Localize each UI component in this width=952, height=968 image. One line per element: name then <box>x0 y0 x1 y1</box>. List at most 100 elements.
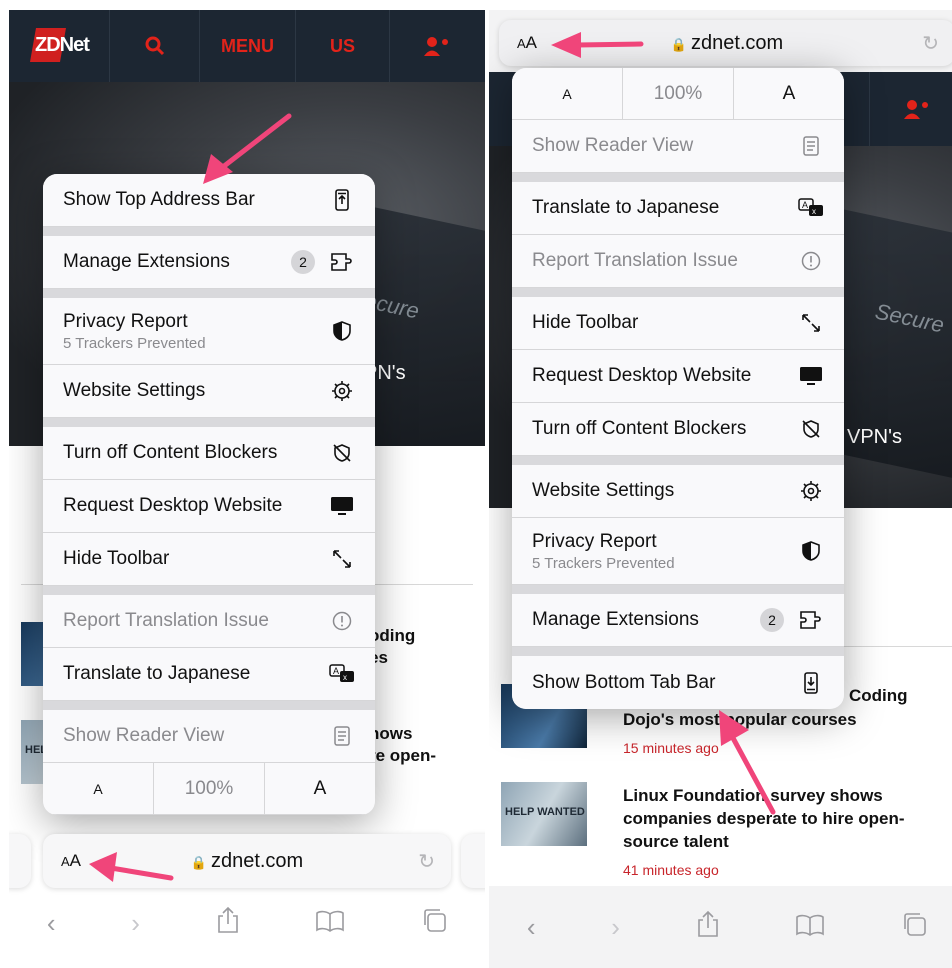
zoom-level[interactable]: 100% <box>623 68 734 119</box>
article-title[interactable]: Linux Foundation survey shows <box>623 784 883 807</box>
share-icon[interactable] <box>216 906 240 941</box>
menu-item-manage-extensions[interactable]: Manage Extensions 2 <box>512 594 844 647</box>
right-screenshot: Secure VPN's Coding Dojo's most popular … <box>489 10 952 968</box>
svg-text:A: A <box>802 200 808 210</box>
shield-icon <box>329 318 355 344</box>
region-link[interactable]: US <box>295 10 389 82</box>
menu-item-request-desktop-website[interactable]: Request Desktop Website <box>43 480 375 533</box>
tabs-icon[interactable] <box>901 911 927 944</box>
expand-arrows-icon <box>329 546 355 572</box>
article-title[interactable]: Dojo's most popular courses <box>623 708 857 731</box>
zoom-controls: A 100% A <box>43 763 375 815</box>
share-icon[interactable] <box>696 910 720 945</box>
menu-item-manage-extensions[interactable]: Manage Extensions 2 <box>43 236 375 289</box>
translate-icon: Ax <box>329 661 355 687</box>
svg-text:x: x <box>812 207 816 216</box>
svg-text:A: A <box>333 666 339 676</box>
tabs-icon[interactable] <box>421 907 447 940</box>
exclamation-icon <box>329 608 355 634</box>
search-icon[interactable] <box>109 10 199 82</box>
zdnet-logo[interactable]: ZDNet <box>30 28 90 62</box>
menu-item-hide-toolbar[interactable]: Hide Toolbar <box>43 533 375 586</box>
blocker-off-icon <box>798 416 824 442</box>
menu-item-request-desktop-website[interactable]: Request Desktop Website <box>512 350 844 403</box>
address-bar[interactable]: AA 🔒 zdnet.com ↻ <box>499 20 952 66</box>
article-time: 15 minutes ago <box>623 740 719 756</box>
lock-icon: 🔒 <box>190 854 207 870</box>
back-icon[interactable]: ‹ <box>47 908 56 939</box>
zoom-controls: A 100% A <box>512 68 844 120</box>
menu-item-website-settings[interactable]: Website Settings <box>43 365 375 418</box>
user-icon[interactable] <box>869 72 952 146</box>
lock-icon: 🔒 <box>670 36 687 52</box>
desktop-icon <box>329 493 355 519</box>
bookmarks-icon[interactable] <box>795 912 825 943</box>
forward-icon[interactable]: › <box>611 912 620 943</box>
article-title-fragment[interactable]: oding <box>369 624 415 647</box>
back-icon[interactable]: ‹ <box>527 912 536 943</box>
article-title[interactable]: source talent <box>623 830 729 853</box>
reader-icon <box>329 723 355 749</box>
hero-title-fragment: VPN's <box>847 426 902 448</box>
divider <box>844 646 952 647</box>
menu-item-turn-off-content-blockers[interactable]: Turn off Content Blockers <box>512 403 844 456</box>
zoom-out-button[interactable]: A <box>43 763 154 814</box>
url-field[interactable]: 🔒 zdnet.com <box>499 32 952 55</box>
menu-item-hide-toolbar[interactable]: Hide Toolbar <box>512 297 844 350</box>
gear-icon <box>329 378 355 404</box>
menu-item-translate-to-japanese[interactable]: Translate to Japanese Ax <box>43 648 375 701</box>
exclamation-icon <box>798 248 824 274</box>
menu-item-show-bottom-tab-bar[interactable]: Show Bottom Tab Bar <box>512 656 844 709</box>
trackers-count: 5 Trackers Prevented <box>63 334 206 352</box>
address-bar-top-icon <box>329 187 355 213</box>
bookmarks-icon[interactable] <box>315 908 345 939</box>
menu-link[interactable]: MENU <box>199 10 295 82</box>
menu-item-turn-off-content-blockers[interactable]: Turn off Content Blockers <box>43 427 375 480</box>
next-tab-card[interactable] <box>461 834 485 888</box>
extensions-count-badge: 2 <box>291 250 315 274</box>
address-bar-bottom-icon <box>798 670 824 696</box>
menu-item-show-top-address-bar[interactable]: Show Top Address Bar <box>43 174 375 227</box>
menu-item-show-reader-view[interactable]: Show Reader View <box>43 710 375 763</box>
menu-item-privacy-report[interactable]: Privacy Report 5 Trackers Prevented <box>43 298 375 365</box>
menu-item-show-reader-view[interactable]: Show Reader View <box>512 120 844 173</box>
trackers-count: 5 Trackers Prevented <box>532 554 675 572</box>
menu-item-privacy-report[interactable]: Privacy Report 5 Trackers Prevented <box>512 518 844 585</box>
address-bar[interactable]: AA 🔒 zdnet.com ↻ <box>43 834 451 888</box>
url-field[interactable]: 🔒 zdnet.com <box>43 850 451 873</box>
gear-icon <box>798 478 824 504</box>
zoom-out-button[interactable]: A <box>512 68 623 119</box>
zoom-in-button[interactable]: A <box>265 763 375 814</box>
article-title[interactable]: Coding <box>849 684 908 707</box>
forward-icon[interactable]: › <box>131 908 140 939</box>
blocker-off-icon <box>329 440 355 466</box>
user-icon[interactable] <box>389 10 485 82</box>
bottom-toolbar: ‹ › <box>9 888 485 958</box>
menu-item-website-settings[interactable]: Website Settings <box>512 465 844 518</box>
shield-icon <box>798 538 824 564</box>
extensions-icon <box>329 249 355 275</box>
page-menu: Show Top Address Bar Manage Extensions 2… <box>43 174 375 815</box>
translate-icon: Ax <box>798 195 824 221</box>
article-thumbnail[interactable]: HELP WANTED <box>501 782 587 846</box>
menu-item-report-translation-issue[interactable]: Report Translation Issue <box>43 595 375 648</box>
reader-icon <box>798 133 824 159</box>
previous-tab-card[interactable] <box>9 834 31 888</box>
zoom-level[interactable]: 100% <box>154 763 265 814</box>
bottom-toolbar: ‹ › <box>489 886 952 968</box>
article-title-fragment[interactable]: hows <box>369 722 412 745</box>
reload-icon[interactable]: ↻ <box>418 849 435 874</box>
extensions-icon <box>798 607 824 633</box>
zoom-in-button[interactable]: A <box>734 68 844 119</box>
expand-arrows-icon <box>798 310 824 336</box>
site-header: ZDNet MENU US <box>9 10 485 82</box>
menu-item-report-translation-issue[interactable]: Report Translation Issue <box>512 235 844 288</box>
extensions-count-badge: 2 <box>760 608 784 632</box>
reload-icon[interactable]: ↻ <box>922 31 939 56</box>
article-title[interactable]: companies desperate to hire open- <box>623 807 905 830</box>
desktop-icon <box>798 363 824 389</box>
left-screenshot: ZDNet MENU US Secure PN's oding es HELP … <box>9 10 485 968</box>
menu-item-translate-to-japanese[interactable]: Translate to Japanese Ax <box>512 182 844 235</box>
article-time: 41 minutes ago <box>623 862 719 878</box>
article-title-fragment[interactable]: re open- <box>369 744 436 767</box>
